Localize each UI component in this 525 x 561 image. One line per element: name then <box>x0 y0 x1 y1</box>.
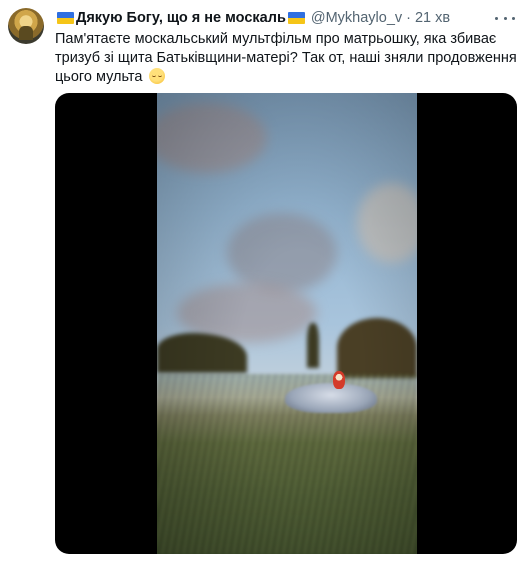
tweet-text-line: тризуб зі щита Батьківщини-матері? Так о… <box>55 50 517 66</box>
timestamp[interactable]: 21 хв <box>415 9 450 27</box>
video-player[interactable] <box>55 93 517 554</box>
tweet-header: Дякую Богу, що я не москаль @Mykhaylo_v … <box>55 9 450 27</box>
ukraine-flag-icon <box>287 12 305 24</box>
display-name[interactable]: Дякую Богу, що я не москаль <box>76 9 286 27</box>
tweet-text: Пам'ятаєте москальський мультфільм про м… <box>55 30 517 87</box>
user-handle[interactable]: @Mykhaylo_v <box>311 9 402 27</box>
tweet[interactable]: Дякую Богу, що я не москаль @Mykhaylo_v … <box>0 0 525 561</box>
tweet-text-line: цього мульта <box>55 69 143 85</box>
separator-dot: · <box>406 10 411 26</box>
video-thumbnail <box>157 93 417 554</box>
avatar[interactable] <box>8 8 44 44</box>
ukraine-flag-icon <box>57 12 74 24</box>
tweet-text-line: Пам'ятаєте москальський мультфільм про м… <box>55 31 497 47</box>
relieved-face-emoji-icon <box>148 68 165 84</box>
more-options-icon[interactable] <box>495 9 515 27</box>
